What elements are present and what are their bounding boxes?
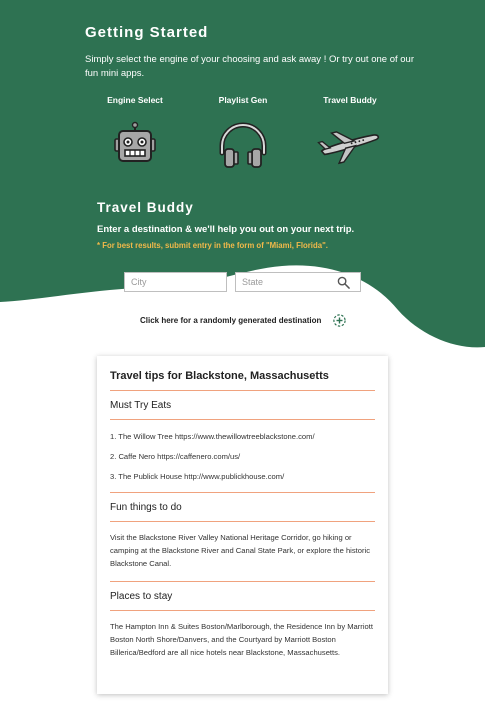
divider [110,419,375,420]
getting-started-header: Getting Started Simply select the engine… [85,24,415,81]
places-to-stay-text: The Hampton Inn & Suites Boston/Marlboro… [110,622,373,657]
app-label-engine-select: Engine Select [107,95,163,105]
places-to-stay-heading: Places to stay [110,591,173,602]
travel-buddy-title: Travel Buddy [97,200,194,215]
robot-icon [114,121,156,162]
random-destination-link[interactable]: Click here for a randomly generated dest… [140,313,347,328]
city-input[interactable] [124,272,227,292]
list-item: 1. The Willow Tree https://www.thewillow… [110,432,315,441]
app-label-playlist-gen: Playlist Gen [218,95,268,105]
headphones-icon [219,122,267,168]
app-playlist-gen[interactable]: Playlist Gen [198,95,288,171]
app-travel-buddy[interactable]: Travel Buddy [305,95,395,169]
list-item: 2. Caffe Nero https://caffenero.com/us/ [110,452,241,461]
divider [110,390,375,391]
crosshair-plus-icon [333,314,347,327]
travel-buddy-section: Travel Buddy Enter a destination & we'll… [97,200,397,250]
intro-text: Simply select the engine of your choosin… [85,54,414,79]
fun-things-text: Visit the Blackstone River Valley Nation… [110,533,371,568]
divider [110,492,375,493]
travel-tips-card: Travel tips for Blackstone, Massachusett… [97,356,388,694]
must-try-eats-heading: Must Try Eats [110,400,172,411]
app-engine-select[interactable]: Engine Select [90,95,180,169]
random-destination-label: Click here for a randomly generated dest… [140,316,322,325]
list-item: 3. The Publick House http://www.publickh… [110,472,285,481]
airplane-icon [317,131,380,165]
page-title: Getting Started [85,24,209,41]
fun-things-heading: Fun things to do [110,502,182,513]
divider [110,521,375,522]
eats-list: 1. The Willow Tree https://www.thewillow… [110,432,375,481]
travel-buddy-hint: * For best results, submit entry in the … [97,241,328,250]
search-icon[interactable] [337,276,350,289]
travel-buddy-subtitle: Enter a destination & we'll help you out… [97,224,355,235]
mini-apps-row: Engine Select Playlist Gen Travel Buddy [95,95,395,175]
divider [110,581,375,582]
app-label-travel-buddy: Travel Buddy [323,95,377,105]
travel-tips-title: Travel tips for Blackstone, Massachusett… [110,370,329,382]
divider [110,610,375,611]
